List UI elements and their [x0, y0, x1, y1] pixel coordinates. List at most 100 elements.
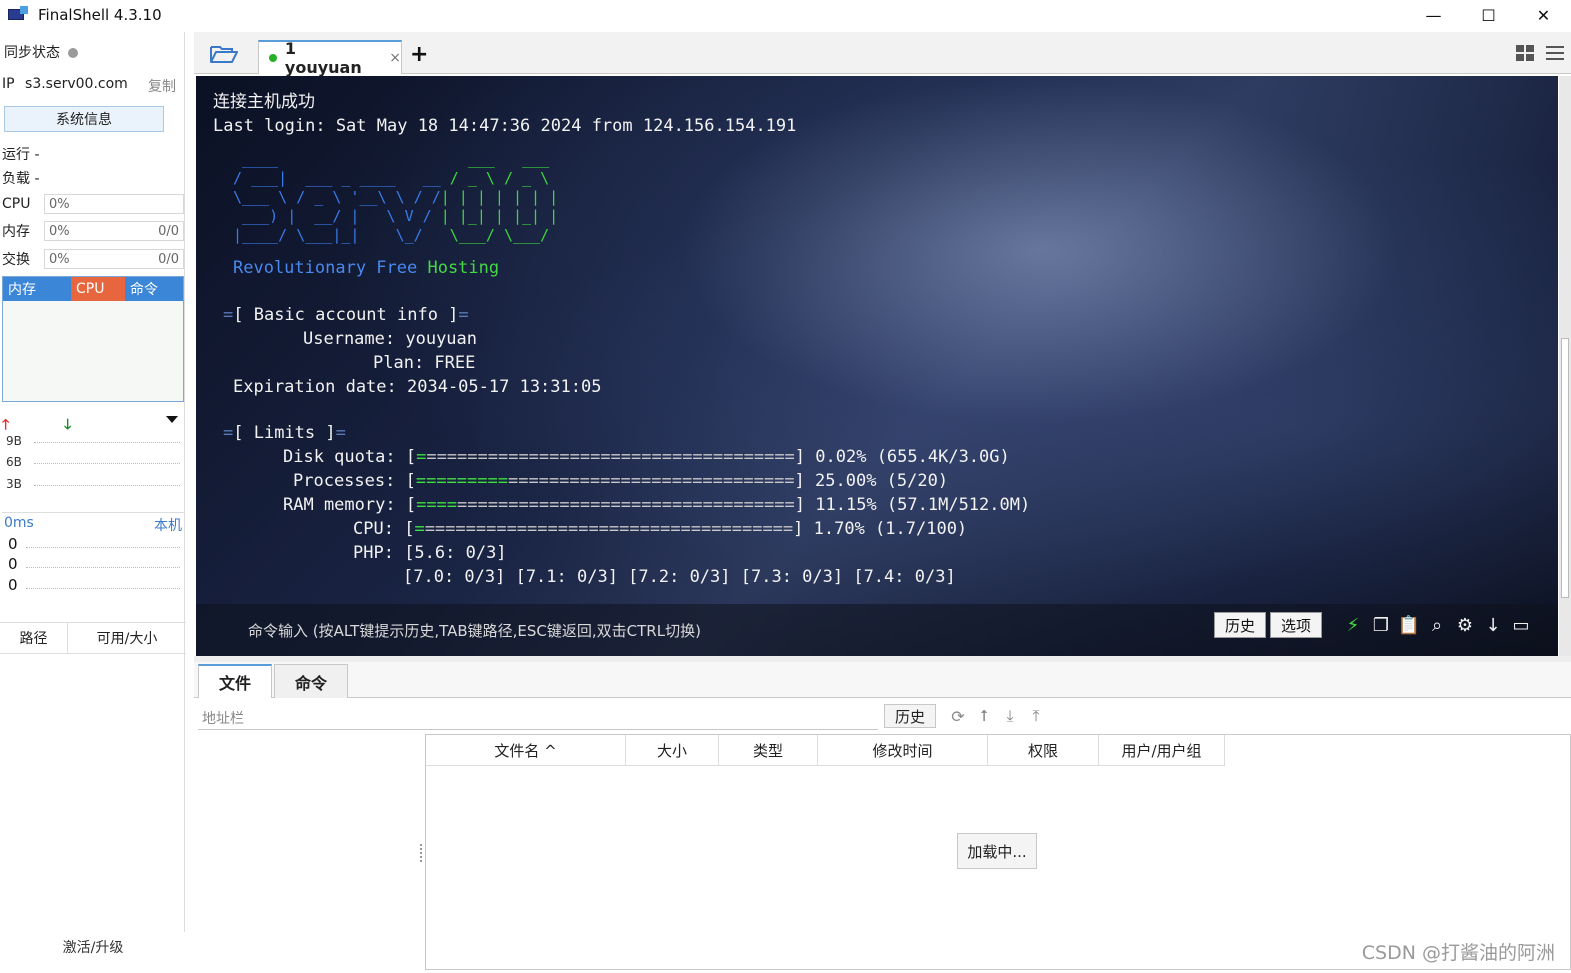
run-status: 运行 - [2, 147, 40, 163]
usage-bar: ===================================== [416, 495, 795, 515]
ping-value: 0 [8, 535, 18, 553]
upload-icon[interactable]: ⤒ [1026, 706, 1046, 726]
column-modified[interactable]: 修改时间 [818, 735, 988, 766]
grid-layout-icon[interactable] [1515, 44, 1535, 62]
column-owner[interactable]: 用户/用户组 [1099, 735, 1225, 766]
monitor-panel: 内存 CPU 命令 [2, 276, 184, 402]
ping-value: 0 [8, 555, 18, 573]
sidebar: 同步状态 IP s3.serv00.com 复制 系统信息 运行 - 负载 - … [0, 32, 192, 973]
swap-meter-label: 交换 [2, 252, 30, 268]
cpu-line: CPU: [==================================… [353, 519, 968, 539]
terminal-view[interactable]: 连接主机成功 Last login: Sat May 18 14:47:36 2… [196, 76, 1558, 656]
ping-host[interactable]: 本机 [154, 515, 182, 535]
title-bar: FinalShell 4.3.10 — ☐ ✕ [0, 0, 1571, 30]
minimize-button[interactable]: — [1406, 0, 1461, 30]
address-input[interactable]: 地址栏 [198, 702, 878, 730]
net-axis-label: 9B [6, 434, 22, 448]
ping-latency: 0ms [4, 515, 34, 531]
maximize-button[interactable]: ☐ [1461, 0, 1516, 30]
ip-label: IP [2, 76, 15, 92]
ping-graph: 0ms 本机 0 0 0 [2, 512, 184, 604]
terminal-scrollbar-thumb[interactable] [1561, 338, 1569, 598]
terminal-tagline: Revolutionary Free Hosting [233, 258, 500, 278]
disk-quota-line: Disk quota: [===========================… [283, 447, 1010, 467]
address-bar: 地址栏 历史 ⟳ ⭡ ⤓ ⤒ [198, 702, 1571, 730]
command-input-bar[interactable]: 命令输入 (按ALT键提示历史,TAB键路径,ESC键返回,双击CTRL切换) … [196, 604, 1558, 656]
terminal-connect-line: 连接主机成功 [213, 92, 315, 112]
arrow-down-icon[interactable]: ↓ [1482, 614, 1504, 636]
path-column-header[interactable]: 路径 [0, 623, 68, 653]
command-options-button[interactable]: 选项 [1270, 612, 1323, 638]
refresh-icon[interactable]: ⟳ [948, 706, 968, 726]
monitor-tab-command[interactable]: 命令 [125, 277, 183, 301]
swap-meter-extra: 0/0 [158, 251, 179, 267]
network-dropdown-icon[interactable] [166, 416, 178, 423]
lightning-icon[interactable]: ⚡ [1342, 614, 1364, 636]
monitor-tab-cpu[interactable]: CPU [71, 277, 125, 301]
copy-icon[interactable]: ❐ [1370, 614, 1392, 636]
finalshell-logo-icon [8, 6, 28, 23]
monitor-tab-memory[interactable]: 内存 [3, 277, 71, 301]
session-tab-youyuan[interactable]: 1 youyuan × [258, 39, 402, 77]
sync-status-label: 同步状态 [4, 45, 60, 61]
net-axis-label: 6B [6, 455, 22, 469]
new-tab-button[interactable]: + [410, 42, 428, 67]
column-type[interactable]: 类型 [719, 735, 818, 766]
download-arrow-icon: 🡓 [64, 417, 72, 433]
close-button[interactable]: ✕ [1516, 0, 1571, 30]
swap-meter: 交换 0% 0/0 [2, 249, 184, 269]
net-axis-label: 3B [6, 477, 22, 491]
terminal-last-login-line: Last login: Sat May 18 14:47:36 2024 fro… [213, 116, 797, 136]
usage-bar: ===================================== [414, 519, 794, 539]
file-list-header: 文件名 ^ 大小 类型 修改时间 权限 用户/用户组 [426, 735, 1225, 766]
command-input-hint[interactable]: 命令输入 (按ALT键提示历史,TAB键路径,ESC键返回,双击CTRL切换) [248, 620, 701, 641]
paste-icon[interactable]: 📋 [1398, 614, 1420, 636]
command-history-button[interactable]: 历史 [1214, 612, 1267, 638]
download-icon[interactable]: ⤓ [1000, 706, 1020, 726]
close-tab-icon[interactable]: × [389, 50, 401, 66]
connected-status-icon [269, 54, 277, 62]
session-tab-label: 1 youyuan [284, 39, 362, 77]
address-history-button[interactable]: 历史 [884, 704, 936, 728]
cpu-meter-value: 0% [49, 196, 70, 212]
system-info-button[interactable]: 系统信息 [4, 106, 164, 132]
ip-value: s3.serv00.com [25, 76, 128, 92]
sync-status: 同步状态 [4, 42, 78, 62]
search-icon[interactable]: ⌕ [1426, 614, 1448, 636]
ip-row: IP s3.serv00.com 复制 [2, 76, 186, 95]
username-line: Username: youyuan [303, 329, 478, 349]
terminal-scrollbar[interactable] [1559, 76, 1571, 656]
ram-memory-line: RAM memory: [===========================… [283, 495, 1031, 515]
file-list[interactable]: 文件名 ^ 大小 类型 修改时间 权限 用户/用户组 加载中... [425, 734, 1571, 970]
directory-tree[interactable] [196, 734, 424, 970]
session-tab-strip: 1 youyuan × + [194, 32, 1571, 77]
usage-bar: ===================================== [415, 471, 795, 491]
cpu-meter-label: CPU [2, 196, 31, 212]
copy-ip-link[interactable]: 复制 [148, 76, 176, 96]
bottom-tab-strip: 文件 命令 [194, 662, 1571, 698]
activate-upgrade-link[interactable]: 激活/升级 [0, 937, 186, 957]
ping-value: 0 [8, 576, 18, 594]
loading-indicator: 加载中... [957, 833, 1037, 869]
limits-header: =[ Limits ]= [223, 423, 346, 443]
basic-info-header: =[ Basic account info ]= [223, 305, 469, 325]
tab-files[interactable]: 文件 [198, 664, 272, 698]
column-permissions[interactable]: 权限 [988, 735, 1099, 766]
serv00-ascii-logo: ____ ___ ___ / ___| ___ _ ____ __ / _ \ … [224, 150, 559, 244]
plan-line: Plan: FREE [373, 353, 476, 373]
tab-commands[interactable]: 命令 [274, 664, 348, 698]
pane-resize-grip[interactable] [420, 844, 424, 862]
parent-folder-icon[interactable]: ⭡ [974, 706, 994, 726]
column-size[interactable]: 大小 [626, 735, 719, 766]
column-filename[interactable]: 文件名 ^ [426, 735, 626, 766]
open-folder-icon[interactable] [210, 44, 238, 64]
csdn-watermark: CSDN @打酱油的阿洲 [1361, 942, 1555, 964]
gear-icon[interactable]: ⚙ [1454, 614, 1476, 636]
mem-meter-extra: 0/0 [158, 223, 179, 239]
swap-meter-value: 0% [49, 251, 70, 267]
avail-size-column-header[interactable]: 可用/大小 [68, 623, 186, 653]
network-graph: 🡑 🡓 9B 6B 3B [2, 412, 184, 502]
menu-icon[interactable] [1545, 44, 1565, 62]
window-icon[interactable]: ▭ [1510, 614, 1532, 636]
mem-meter-value: 0% [49, 223, 70, 239]
